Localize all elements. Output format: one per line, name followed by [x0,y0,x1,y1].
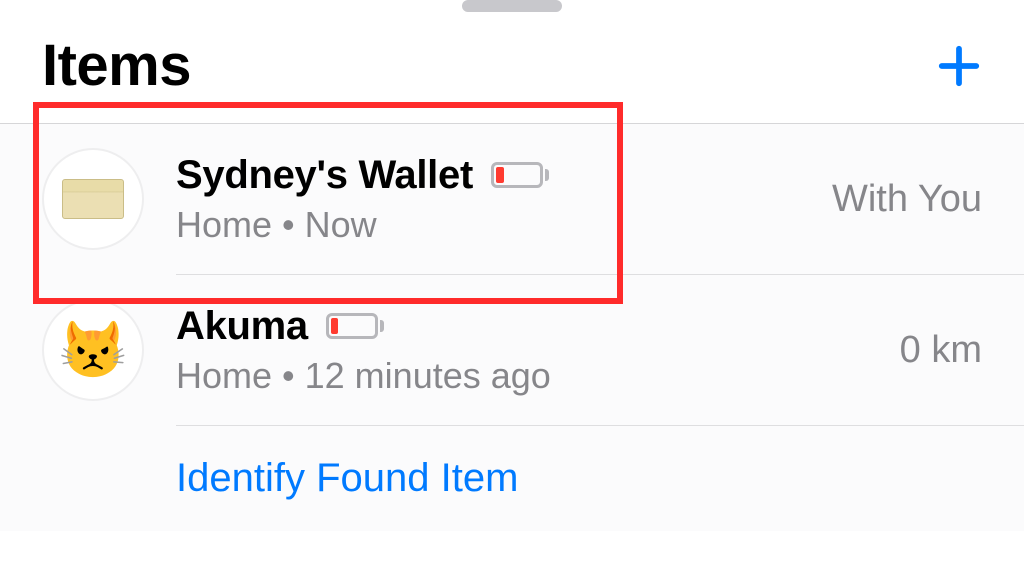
sheet-drag-handle[interactable] [462,0,562,12]
list-item[interactable]: Sydney's Wallet Home • Now With You [0,124,1024,274]
battery-low-icon [491,162,549,188]
item-title: Sydney's Wallet [176,153,473,198]
plus-icon [936,43,982,89]
item-title: Akuma [176,304,308,349]
identify-found-item[interactable]: Identify Found Item [0,426,1024,531]
battery-low-icon [326,313,384,339]
item-title-row: Akuma [176,304,900,349]
battery-fill [331,318,339,334]
item-subtitle: Home • Now [176,204,832,246]
item-trailing: 0 km [900,329,982,372]
item-time: 12 minutes ago [305,355,551,396]
header: Items [0,16,1024,123]
item-trailing: With You [832,178,982,221]
add-button[interactable] [936,43,982,89]
item-subtitle: Home • 12 minutes ago [176,355,900,397]
battery-fill [496,167,504,183]
avatar: 😾 [42,299,144,401]
item-location: Home [176,355,272,396]
list-item[interactable]: 😾 Akuma Home • 12 minutes ago 0 km [0,275,1024,425]
identify-link-label: Identify Found Item [176,456,518,500]
item-time: Now [305,204,377,245]
page-title: Items [42,32,191,99]
cat-emoji-icon: 😾 [58,317,128,383]
card-icon [62,179,124,219]
item-content: Sydney's Wallet Home • Now [176,153,832,246]
item-location: Home [176,204,272,245]
item-content: Akuma Home • 12 minutes ago [176,304,900,397]
items-list: Sydney's Wallet Home • Now With You 😾 Ak… [0,124,1024,531]
avatar [42,148,144,250]
item-title-row: Sydney's Wallet [176,153,832,198]
